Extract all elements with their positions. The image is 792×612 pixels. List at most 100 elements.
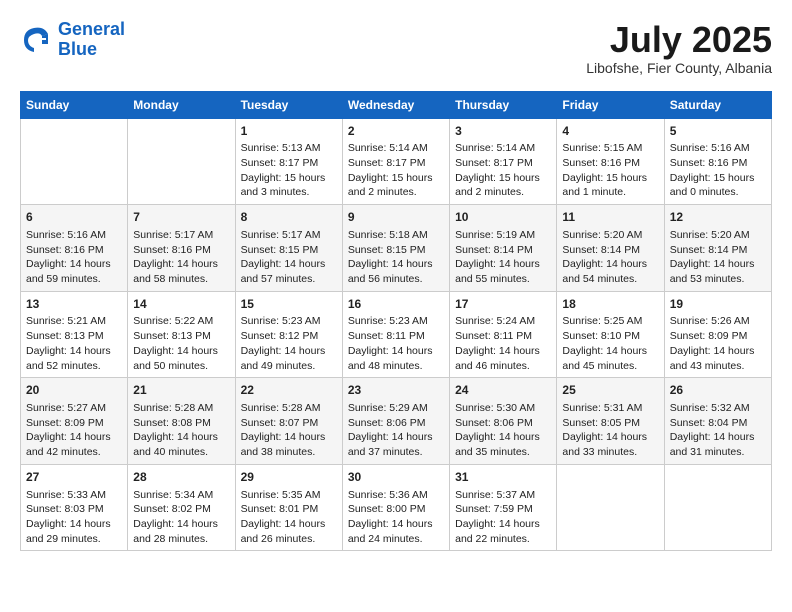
cell-info-line: Sunrise: 5:19 AM [455,228,551,243]
cell-info-line: Sunset: 8:06 PM [455,416,551,431]
cell-info-line: Sunset: 8:07 PM [241,416,337,431]
calendar-cell: 21Sunrise: 5:28 AMSunset: 8:08 PMDayligh… [128,378,235,465]
cell-info-line: and 31 minutes. [670,445,766,460]
cell-info-line: Daylight: 14 hours [26,257,122,272]
cell-info-line: Sunrise: 5:20 AM [562,228,658,243]
cell-info-line: Sunrise: 5:34 AM [133,488,229,503]
weekday-header-sunday: Sunday [21,91,128,118]
day-number: 5 [670,123,766,140]
logo-line2: Blue [58,39,97,59]
cell-info-line: Sunrise: 5:36 AM [348,488,444,503]
day-number: 29 [241,469,337,486]
calendar-cell: 31Sunrise: 5:37 AMSunset: 7:59 PMDayligh… [450,464,557,551]
cell-info-line: and 56 minutes. [348,272,444,287]
calendar-cell: 6 Sunrise: 5:16 AMSunset: 8:16 PMDaylight… [21,205,128,292]
cell-info-line: Sunrise: 5:24 AM [455,314,551,329]
cell-info-line: Sunrise: 5:35 AM [241,488,337,503]
cell-info-line: and 40 minutes. [133,445,229,460]
cell-info-line: Sunrise: 5:17 AM [241,228,337,243]
cell-info-line: and 48 minutes. [348,359,444,374]
cell-info-line: Sunset: 8:16 PM [26,243,122,258]
calendar-cell: 22Sunrise: 5:28 AMSunset: 8:07 PMDayligh… [235,378,342,465]
weekday-header-row: SundayMondayTuesdayWednesdayThursdayFrid… [21,91,772,118]
day-number: 1 [241,123,337,140]
title-block: July 2025 Libofshe, Fier County, Albania [586,20,772,76]
calendar-cell: 2Sunrise: 5:14 AMSunset: 8:17 PMDaylight… [342,118,449,205]
cell-info-line: Sunrise: 5:30 AM [455,401,551,416]
cell-info-line: Daylight: 14 hours [670,344,766,359]
cell-info-line: and 38 minutes. [241,445,337,460]
calendar-cell: 9Sunrise: 5:18 AMSunset: 8:15 PMDaylight… [342,205,449,292]
calendar-cell: 27Sunrise: 5:33 AMSunset: 8:03 PMDayligh… [21,464,128,551]
cell-info-line: and 59 minutes. [26,272,122,287]
cell-info-line: Sunrise: 5:14 AM [455,141,551,156]
week-row-4: 20Sunrise: 5:27 AMSunset: 8:09 PMDayligh… [21,378,772,465]
month-title: July 2025 [586,20,772,60]
cell-info-line: and 58 minutes. [133,272,229,287]
cell-info-line: Daylight: 14 hours [26,517,122,532]
cell-info-line: and 50 minutes. [133,359,229,374]
calendar-cell [557,464,664,551]
day-number: 27 [26,469,122,486]
cell-info-line: and 53 minutes. [670,272,766,287]
cell-info-line: Daylight: 14 hours [133,257,229,272]
calendar-cell [21,118,128,205]
cell-info-line: Sunset: 8:09 PM [26,416,122,431]
cell-info-line: Sunrise: 5:28 AM [133,401,229,416]
calendar-cell: 28Sunrise: 5:34 AMSunset: 8:02 PMDayligh… [128,464,235,551]
cell-info-line: Sunset: 8:06 PM [348,416,444,431]
calendar-cell: 8Sunrise: 5:17 AMSunset: 8:15 PMDaylight… [235,205,342,292]
cell-info-line: Daylight: 14 hours [562,344,658,359]
cell-info-line: Sunset: 8:13 PM [133,329,229,344]
calendar-cell: 17Sunrise: 5:24 AMSunset: 8:11 PMDayligh… [450,291,557,378]
cell-info-line: Daylight: 14 hours [455,257,551,272]
day-number: 26 [670,382,766,399]
day-number: 9 [348,209,444,226]
calendar-cell: 1Sunrise: 5:13 AMSunset: 8:17 PMDaylight… [235,118,342,205]
calendar-cell [664,464,771,551]
calendar-cell: 16Sunrise: 5:23 AMSunset: 8:11 PMDayligh… [342,291,449,378]
cell-info-line: Daylight: 15 hours [670,171,766,186]
cell-info-line: Sunrise: 5:13 AM [241,141,337,156]
cell-info-line: and 2 minutes. [348,185,444,200]
calendar-cell: 24Sunrise: 5:30 AMSunset: 8:06 PMDayligh… [450,378,557,465]
cell-info-line: and 0 minutes. [670,185,766,200]
cell-info-line: Sunrise: 5:23 AM [348,314,444,329]
logo-icon [20,24,52,56]
calendar-cell: 26Sunrise: 5:32 AMSunset: 8:04 PMDayligh… [664,378,771,465]
cell-info-line: Daylight: 14 hours [670,430,766,445]
weekday-header-wednesday: Wednesday [342,91,449,118]
day-number: 21 [133,382,229,399]
cell-info-line: Sunset: 8:00 PM [348,502,444,517]
calendar-cell: 30Sunrise: 5:36 AMSunset: 8:00 PMDayligh… [342,464,449,551]
weekday-header-tuesday: Tuesday [235,91,342,118]
cell-info-line: Sunset: 8:05 PM [562,416,658,431]
calendar-cell: 12Sunrise: 5:20 AMSunset: 8:14 PMDayligh… [664,205,771,292]
cell-info-line: Daylight: 14 hours [670,257,766,272]
day-number: 19 [670,296,766,313]
cell-info-line: Sunrise: 5:16 AM [26,228,122,243]
cell-info-line: Daylight: 14 hours [26,344,122,359]
day-number: 8 [241,209,337,226]
calendar-cell: 7Sunrise: 5:17 AMSunset: 8:16 PMDaylight… [128,205,235,292]
day-number: 10 [455,209,551,226]
cell-info-line: Sunrise: 5:37 AM [455,488,551,503]
day-number: 13 [26,296,122,313]
cell-info-line: Sunrise: 5:15 AM [562,141,658,156]
cell-info-line: Sunrise: 5:21 AM [26,314,122,329]
day-number: 16 [348,296,444,313]
cell-info-line: Daylight: 14 hours [562,430,658,445]
cell-info-line: Daylight: 14 hours [348,517,444,532]
week-row-3: 13Sunrise: 5:21 AMSunset: 8:13 PMDayligh… [21,291,772,378]
cell-info-line: Sunset: 8:13 PM [26,329,122,344]
cell-info-line: and 37 minutes. [348,445,444,460]
cell-info-line: Daylight: 14 hours [348,344,444,359]
day-number: 6 [26,209,122,226]
cell-info-line: and 54 minutes. [562,272,658,287]
cell-info-line: Sunset: 8:12 PM [241,329,337,344]
calendar-cell: 15Sunrise: 5:23 AMSunset: 8:12 PMDayligh… [235,291,342,378]
week-row-2: 6Sunrise: 5:16 AMSunset: 8:16 PMDaylight… [21,205,772,292]
weekday-header-saturday: Saturday [664,91,771,118]
weekday-header-friday: Friday [557,91,664,118]
day-number: 11 [562,209,658,226]
